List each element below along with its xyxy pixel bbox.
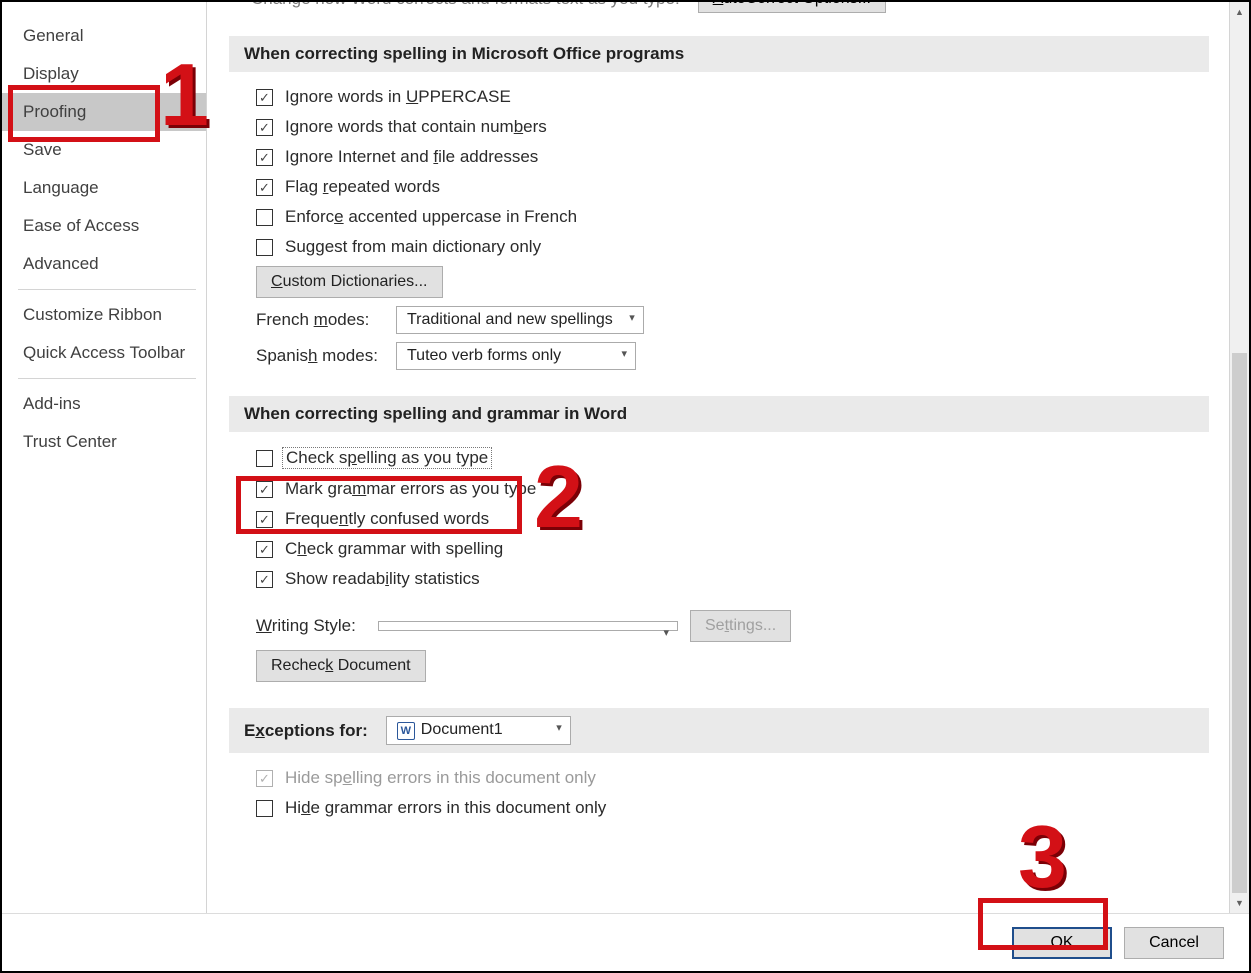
checkbox-checked-icon: ✓ [256,541,273,558]
word-doc-icon: W [397,722,415,740]
opt-ignore-numbers[interactable]: ✓ Ignore words that contain numbers [229,112,1209,142]
sidebar-item-proofing[interactable]: Proofing [2,93,206,131]
opt-frequently-confused[interactable]: ✓ Frequently confused words [229,504,1209,534]
opt-hide-spelling-errors: ✓ Hide spelling errors in this document … [229,763,1209,793]
scroll-up-icon[interactable]: ▲ [1230,2,1249,22]
checkbox-checked-icon: ✓ [256,89,273,106]
sidebar-item-advanced[interactable]: Advanced [2,245,206,283]
checkbox-unchecked-icon [256,800,273,817]
vertical-scrollbar[interactable]: ▲ ▼ [1229,2,1249,913]
scroll-thumb[interactable] [1232,353,1247,893]
checkbox-checked-icon: ✓ [256,571,273,588]
french-modes-label: French modes: [256,310,384,330]
sidebar-item-display[interactable]: Display [2,55,206,93]
spanish-modes-label: Spanish modes: [256,346,384,366]
proofing-panel: Change how Word corrects and formats tex… [207,2,1249,913]
section-spelling-office: When correcting spelling in Microsoft Of… [229,36,1209,72]
writing-style-label: Writing Style: [256,616,366,636]
sidebar-item-language[interactable]: Language [2,169,206,207]
sidebar-item-save[interactable]: Save [2,131,206,169]
checkbox-unchecked-icon [256,239,273,256]
ok-button[interactable]: OK [1012,927,1112,959]
options-sidebar: General Display Proofing Save Language E… [2,2,207,913]
opt-ignore-internet[interactable]: ✓ Ignore Internet and file addresses [229,142,1209,172]
section-spelling-word: When correcting spelling and grammar in … [229,396,1209,432]
checkbox-checked-disabled-icon: ✓ [256,770,273,787]
checkbox-checked-icon: ✓ [256,481,273,498]
french-modes-dropdown[interactable]: Traditional and new spellings [396,306,644,334]
recheck-document-button[interactable]: Recheck Document [256,650,426,682]
exceptions-dropdown[interactable]: WDocument1 [386,716,571,745]
opt-enforce-accented[interactable]: Enforce accented uppercase in French [229,202,1209,232]
checkbox-checked-icon: ✓ [256,149,273,166]
writing-style-dropdown[interactable] [378,621,678,631]
autocorrect-options-button[interactable]: AutoCorrect Options... [698,2,886,13]
sidebar-item-ease-of-access[interactable]: Ease of Access [2,207,206,245]
dialog-footer: OK Cancel [2,913,1249,971]
settings-button[interactable]: Settings... [690,610,791,642]
checkbox-unchecked-icon [256,209,273,226]
opt-suggest-main-dict[interactable]: Suggest from main dictionary only [229,232,1209,262]
opt-mark-grammar[interactable]: ✓ Mark grammar errors as you type [229,474,1209,504]
checkbox-unchecked-icon [256,450,273,467]
checkbox-checked-icon: ✓ [256,511,273,528]
section-exceptions: Exceptions for: WDocument1 [229,708,1209,753]
opt-ignore-uppercase[interactable]: ✓ Ignore words in UPPERCASE [229,82,1209,112]
opt-readability[interactable]: ✓ Show readability statistics [229,564,1209,594]
scroll-down-icon[interactable]: ▼ [1230,893,1249,913]
checkbox-checked-icon: ✓ [256,179,273,196]
sidebar-item-customize-ribbon[interactable]: Customize Ribbon [2,296,206,334]
checkbox-checked-icon: ✓ [256,119,273,136]
custom-dictionaries-button[interactable]: Custom Dictionaries... [256,266,443,298]
opt-flag-repeated[interactable]: ✓ Flag repeated words [229,172,1209,202]
opt-check-spelling-as-type[interactable]: Check spelling as you type [229,442,1209,474]
cancel-button[interactable]: Cancel [1124,927,1224,959]
sidebar-item-add-ins[interactable]: Add-ins [2,385,206,423]
autocorrect-desc: Change how Word corrects and formats tex… [251,2,680,9]
opt-check-grammar-spelling[interactable]: ✓ Check grammar with spelling [229,534,1209,564]
opt-hide-grammar-errors[interactable]: Hide grammar errors in this document onl… [229,793,1209,823]
sidebar-item-trust-center[interactable]: Trust Center [2,423,206,461]
sidebar-item-general[interactable]: General [2,17,206,55]
spanish-modes-dropdown[interactable]: Tuteo verb forms only [396,342,636,370]
sidebar-item-quick-access-toolbar[interactable]: Quick Access Toolbar [2,334,206,372]
